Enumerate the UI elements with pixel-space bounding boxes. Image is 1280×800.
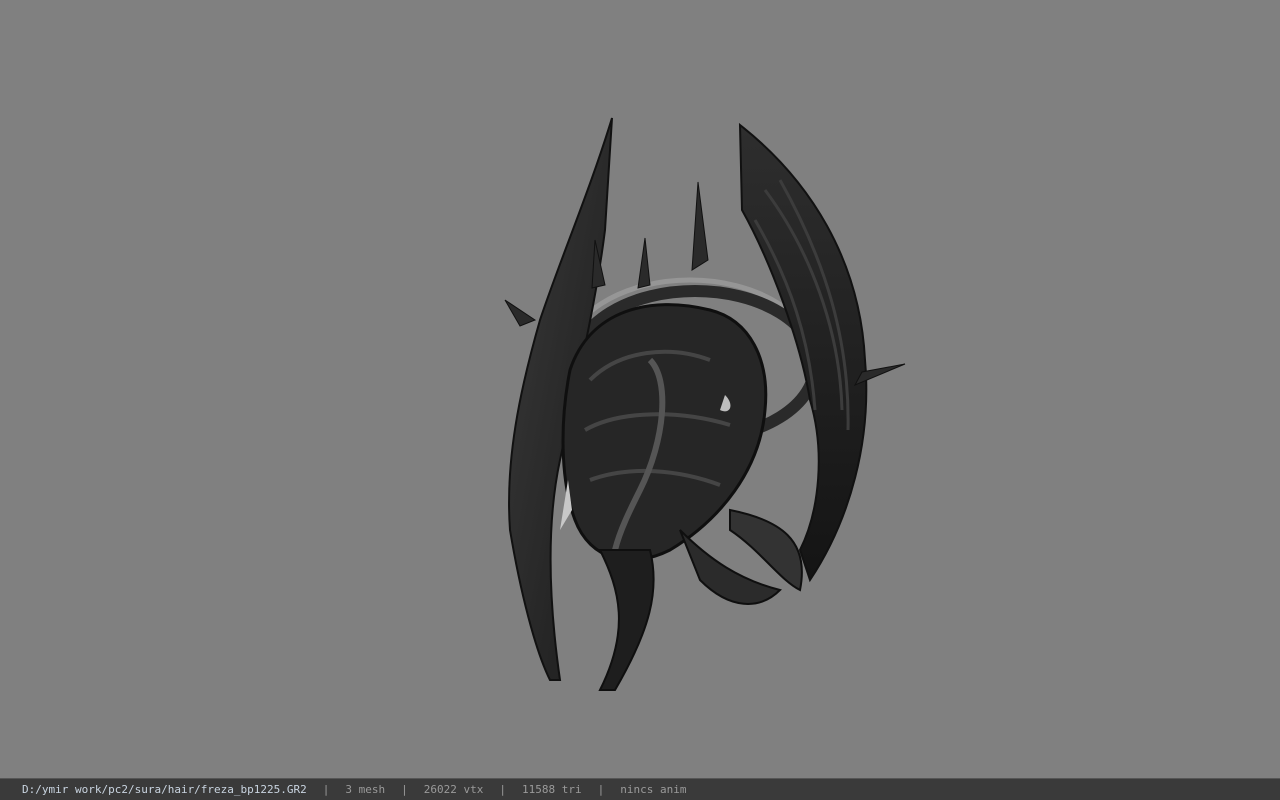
status-separator: | — [597, 783, 605, 796]
status-separator: | — [499, 783, 507, 796]
mesh-count: 3 mesh — [345, 783, 386, 796]
helmet-model[interactable] — [480, 110, 920, 700]
side-spike-left — [504, 299, 537, 327]
status-separator: | — [322, 783, 330, 796]
file-path: D:/ymir work/pc2/sura/hair/freza_bp1225.… — [22, 783, 307, 796]
triangle-count: 11588 tri — [522, 783, 582, 796]
anim-status: nincs anim — [620, 783, 687, 796]
crown-spike-2 — [637, 237, 651, 289]
status-bar: D:/ymir work/pc2/sura/hair/freza_bp1225.… — [0, 778, 1280, 800]
crown-spike-1 — [691, 181, 709, 271]
status-separator: | — [401, 783, 408, 796]
jaw-tendril-1 — [598, 549, 655, 691]
3d-viewport[interactable] — [0, 0, 1280, 778]
vertex-count: 26022 vtx — [423, 783, 484, 796]
